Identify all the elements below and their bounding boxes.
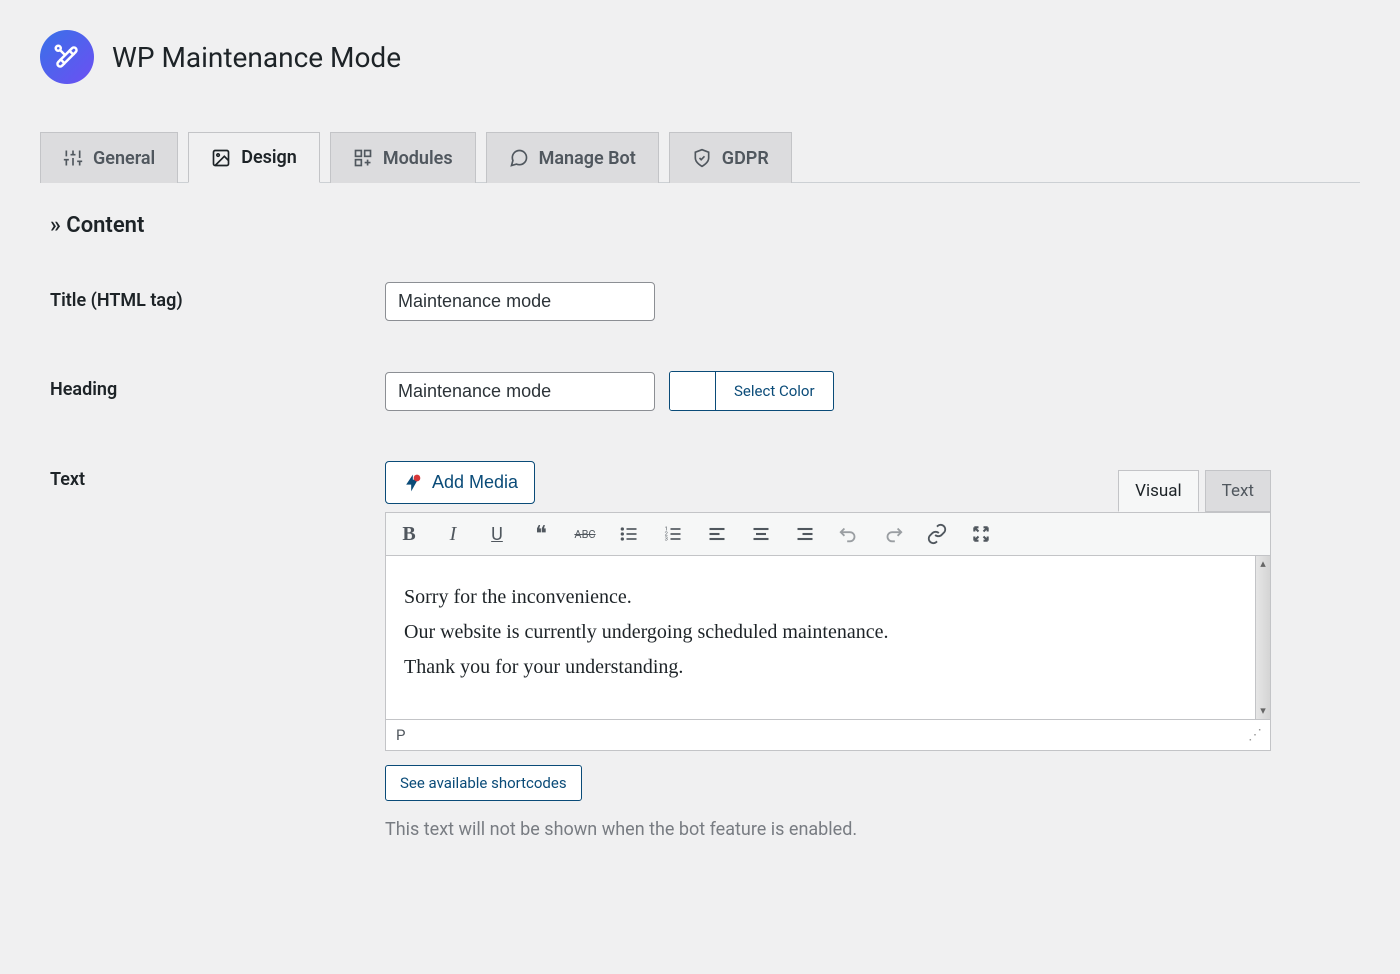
text-helper: This text will not be shown when the bot…	[385, 819, 1271, 840]
sliders-icon	[63, 148, 83, 168]
settings-tabs: General Design Modules Manage Bot GDPR	[40, 132, 1360, 183]
tab-general[interactable]: General	[40, 132, 178, 183]
grid-plus-icon	[353, 148, 373, 168]
shortcodes-link[interactable]: See available shortcodes	[385, 765, 582, 801]
chat-icon	[509, 148, 529, 168]
tab-label: Modules	[383, 148, 453, 169]
section-content-title: » Content	[50, 213, 1360, 238]
fullscreen-button[interactable]	[968, 521, 994, 547]
strikethrough-button[interactable]: ABC	[572, 521, 598, 547]
page-title: WP Maintenance Mode	[112, 41, 401, 74]
heading-input[interactable]	[385, 372, 655, 411]
link-button[interactable]	[924, 521, 950, 547]
tab-label: General	[93, 148, 155, 169]
bullet-list-button[interactable]	[616, 521, 642, 547]
align-right-button[interactable]	[792, 521, 818, 547]
editor-tab-visual[interactable]: Visual	[1118, 470, 1198, 512]
shield-check-icon	[692, 148, 712, 168]
heading-label: Heading	[50, 371, 385, 400]
text-label: Text	[50, 461, 385, 490]
resize-handle-icon[interactable]: ⋰	[1248, 727, 1260, 743]
blockquote-button[interactable]: ❝	[528, 521, 554, 547]
underline-button[interactable]: U	[484, 521, 510, 547]
title-label: Title (HTML tag)	[50, 282, 385, 311]
add-media-button[interactable]: Add Media	[385, 461, 535, 504]
image-icon	[211, 148, 231, 168]
editor-line: Our website is currently undergoing sche…	[404, 615, 1252, 650]
add-media-label: Add Media	[432, 472, 518, 493]
media-icon	[402, 473, 422, 493]
color-swatch	[670, 372, 716, 410]
tab-gdpr[interactable]: GDPR	[669, 132, 792, 183]
editor-toolbar: B I U ❝ ABC 123	[385, 512, 1271, 556]
redo-button[interactable]	[880, 521, 906, 547]
bold-button[interactable]: B	[396, 521, 422, 547]
tab-label: GDPR	[722, 148, 769, 169]
tab-manage-bot[interactable]: Manage Bot	[486, 132, 659, 183]
heading-color-button[interactable]: Select Color	[669, 371, 834, 411]
editor-tab-text[interactable]: Text	[1205, 470, 1271, 512]
plugin-logo	[40, 30, 94, 84]
select-color-label: Select Color	[716, 372, 833, 410]
editor-line: Thank you for your understanding.	[404, 650, 1252, 685]
numbered-list-button[interactable]: 123	[660, 521, 686, 547]
svg-text:3: 3	[665, 537, 668, 543]
align-left-button[interactable]	[704, 521, 730, 547]
tab-design[interactable]: Design	[188, 132, 320, 183]
title-input[interactable]	[385, 282, 655, 321]
editor-content-area[interactable]: ▴ Sorry for the inconvenience. Our websi…	[385, 556, 1271, 720]
editor-line: Sorry for the inconvenience.	[404, 580, 1252, 615]
italic-button[interactable]: I	[440, 521, 466, 547]
undo-button[interactable]	[836, 521, 862, 547]
tab-modules[interactable]: Modules	[330, 132, 476, 183]
editor-element-path[interactable]: P	[396, 726, 405, 744]
align-center-button[interactable]	[748, 521, 774, 547]
scroll-down-icon[interactable]: ▾	[1257, 705, 1269, 717]
tab-label: Manage Bot	[539, 148, 636, 169]
tab-label: Design	[241, 147, 297, 168]
scroll-up-icon[interactable]: ▴	[1257, 558, 1269, 570]
